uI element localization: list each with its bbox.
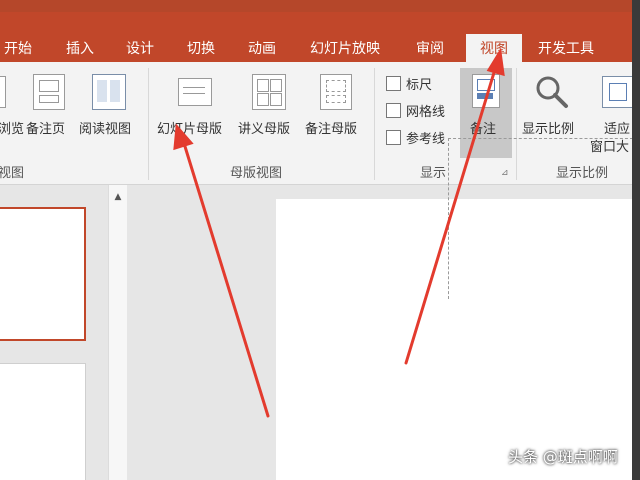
powerpoint-window: 开始 插入 设计 切换 动画 幻灯片放映 审阅 视图 开发工具 浏览 备注页 阅…	[0, 0, 632, 480]
arrow-head-icon	[173, 123, 194, 151]
watermark: 头条 @斑点啊啊	[508, 448, 618, 466]
window-edge	[632, 0, 640, 480]
annotation-arrows	[173, 47, 505, 418]
arrow-to-slide-master	[181, 138, 270, 418]
arrow-head-icon	[486, 47, 505, 77]
arrow-to-view-tab	[404, 64, 498, 365]
